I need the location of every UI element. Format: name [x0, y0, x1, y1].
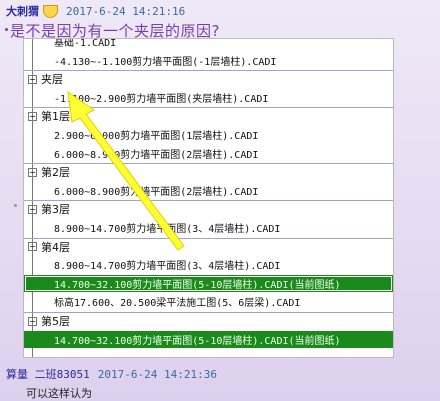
reply-timestamp: 2017-6-24 14:21:36: [97, 367, 217, 381]
group-label: 第5层: [41, 315, 70, 328]
tree-file-row[interactable]: 2.900~6.000剪力墙平面图(1层墙柱).CADI: [24, 126, 393, 143]
message-header: 大刺猬 2017-6-24 14:21:16: [6, 3, 185, 19]
tree-group-row[interactable]: − 第3层: [24, 200, 393, 217]
tree-group-row[interactable]: − 第2层: [24, 163, 393, 180]
collapse-toggle-icon[interactable]: −: [28, 167, 37, 177]
tree-file-row[interactable]: 14.700~32.100剪力墙平面图(5-10层墙柱).CADI(当前图纸): [24, 274, 393, 292]
collapse-toggle-icon[interactable]: −: [28, 111, 37, 121]
file-label: 14.700~32.100剪力墙平面图(5-10层墙柱).CADI(当前图纸): [54, 279, 341, 291]
file-label: 8.900~14.700剪力墙平面图(3、4层墙柱).CADI: [54, 224, 281, 235]
tree-file-row[interactable]: 6.000~8.900剪力墙平面图(2层墙柱).CADI: [24, 182, 393, 199]
reply-sender[interactable]: 算量 二班83051: [6, 366, 90, 382]
collapse-toggle-icon[interactable]: −: [28, 242, 37, 252]
file-label: 6.000~8.900剪力墙平面图(2层墙柱).CADI: [54, 149, 259, 161]
collapse-toggle-icon[interactable]: −: [28, 204, 37, 214]
group-label: 第1层: [41, 110, 70, 124]
collapse-toggle-icon[interactable]: −: [28, 316, 37, 326]
tree-file-row[interactable]: 8.900~14.700剪力墙平面图(3、4层墙柱).CADI: [24, 256, 393, 273]
reply-text: 可以这样认为: [26, 387, 92, 400]
tree-group-row[interactable]: − 第4层: [24, 237, 393, 255]
file-label: 6.000~8.900剪力墙平面图(2层墙柱).CADI: [54, 186, 259, 198]
file-label: 2.900~6.000剪力墙平面图(1层墙柱).CADI: [54, 131, 259, 142]
collapse-toggle-icon[interactable]: −: [28, 74, 37, 84]
tree-group-row[interactable]: − 第1层: [24, 107, 393, 124]
tree-file-row[interactable]: -1.100~2.900剪力墙平面图(夹层墙柱).CADI: [24, 89, 393, 106]
file-label: -1.100~2.900剪力墙平面图(夹层墙柱).CADI: [54, 93, 269, 105]
file-label: 标高17.600、20.500梁平法施工图(5、6层梁).CADI: [54, 298, 301, 310]
sender-name[interactable]: 大刺猬: [6, 3, 39, 19]
emoji-icon: [43, 4, 58, 18]
file-label: 基础-1.CADI: [54, 38, 117, 49]
tree-file-row[interactable]: 8.900~14.700剪力墙平面图(3、4层墙柱).CADI: [24, 219, 393, 236]
file-label: 8.900~14.700剪力墙平面图(3、4层墙柱).CADI: [54, 261, 281, 273]
tree-file-row[interactable]: -4.130~-1.100剪力墙平面图(-1层墙柱).CADI: [24, 52, 393, 69]
group-label: 第3层: [41, 203, 70, 217]
tree-file-row[interactable]: 14.700~32.100剪力墙平面图(5-10层墙柱).CADI(当前图纸): [24, 330, 393, 348]
message-timestamp: 2017-6-24 14:21:16: [66, 4, 186, 18]
group-label: 夹层: [41, 73, 63, 87]
tree-group-row[interactable]: − 第5层: [24, 312, 393, 329]
group-label: 第4层: [41, 240, 70, 254]
tree-group-row[interactable]: − 夹层: [24, 70, 393, 87]
tree-file-row[interactable]: 6.000~8.900剪力墙平面图(2层墙柱).CADI: [24, 145, 393, 162]
bullet-dot: [14, 204, 17, 207]
embedded-screenshot[interactable]: 基础-1.CADI -4.130~-1.100剪力墙平面图(-1层墙柱).CADI…: [23, 38, 394, 358]
file-label: -4.130~-1.100剪力墙平面图(-1层墙柱).CADI: [54, 56, 277, 68]
reply-header: 算量 二班83051 2017-6-24 14:21:36: [6, 366, 217, 382]
tree-file-row[interactable]: 基础-1.CADI: [24, 38, 393, 50]
file-label: 14.700~32.100剪力墙平面图(5-10层墙柱).CADI(当前图纸): [54, 335, 341, 347]
tree-file-row[interactable]: 标高17.600、20.500梁平法施工图(5、6层梁).CADI: [24, 293, 393, 310]
group-label: 第2层: [41, 166, 70, 180]
